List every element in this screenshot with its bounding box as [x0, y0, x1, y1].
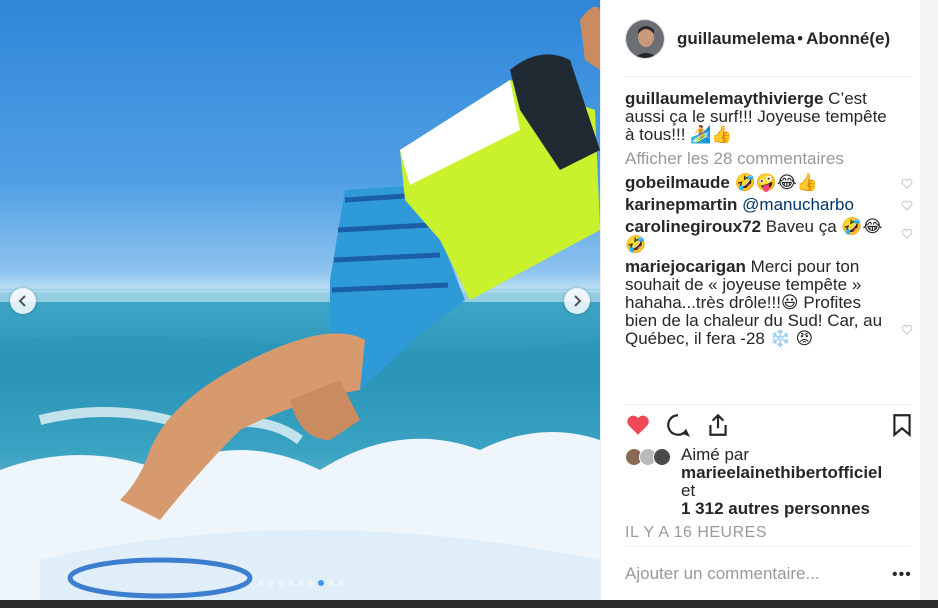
next-photo-button[interactable] — [564, 288, 590, 314]
comment-like-icon[interactable] — [901, 200, 913, 211]
post-side-panel: guillaumelema • Abonné(e) guillaumelemay… — [600, 0, 920, 600]
comment-item: carolinegiroux72 Baveu ça 🤣😂🤣 — [625, 218, 917, 254]
author-avatar[interactable] — [625, 19, 665, 59]
carousel-dot — [308, 580, 314, 586]
carousel-dot — [268, 580, 274, 586]
comment-username-link[interactable]: karinepmartin — [625, 195, 737, 214]
carousel-dot — [258, 580, 264, 586]
avatar-image — [626, 20, 664, 58]
author-username-link[interactable]: guillaumelema — [677, 29, 795, 49]
comment-item: gobeilmaude 🤣🤪😂👍 — [625, 174, 917, 192]
heart-filled-icon[interactable] — [625, 412, 651, 438]
liker-avatars — [625, 448, 679, 468]
comment-like-icon[interactable] — [901, 228, 913, 239]
action-bar — [625, 412, 915, 442]
other-likers-link[interactable]: 1 312 autres personnes — [681, 499, 870, 518]
surfer-photo — [0, 6, 600, 600]
view-all-comments-link[interactable]: Afficher les 28 commentaires — [625, 150, 917, 168]
likes-prefix: Aimé par — [681, 445, 750, 464]
comments-list: guillaumelemaythivierge C’est aussi ça l… — [625, 90, 917, 402]
chevron-left-icon — [18, 295, 26, 307]
carousel-indicator — [258, 580, 344, 586]
carousel-dot — [288, 580, 294, 586]
comment-text: 🤣🤪😂👍 — [729, 173, 818, 192]
comment-icon[interactable] — [665, 412, 691, 438]
comment-username-link[interactable]: gobeilmaude — [625, 173, 730, 192]
carousel-dot — [318, 580, 324, 586]
carousel-dot — [338, 580, 344, 586]
bookmark-icon[interactable] — [889, 412, 915, 438]
post-timestamp[interactable]: IL Y A 16 HEURES — [625, 524, 767, 542]
post-photo[interactable] — [0, 0, 600, 600]
more-options-button[interactable]: ••• — [892, 566, 912, 584]
carousel-dot — [328, 580, 334, 586]
background-gap — [920, 0, 938, 600]
likes-connector: et — [681, 481, 696, 500]
comment-username-link[interactable]: carolinegiroux72 — [625, 217, 761, 236]
comment-like-icon[interactable] — [901, 324, 913, 335]
carousel-dot — [278, 580, 284, 586]
comment-item: mariejocarigan Merci pour ton souhait de… — [625, 258, 917, 348]
follow-status-button[interactable]: Abonné(e) — [806, 29, 890, 49]
add-comment-input[interactable]: Ajouter un commentaire... — [625, 564, 820, 584]
caption-username-link[interactable]: guillaumelemaythivierge — [625, 90, 823, 108]
background-strip — [0, 600, 938, 608]
comments-divider — [625, 404, 911, 405]
header-divider — [625, 76, 911, 77]
comment-item: karinepmartin @manucharbo — [625, 196, 917, 214]
instagram-post-modal: guillaumelema • Abonné(e) guillaumelemay… — [0, 0, 938, 608]
comment-username-link[interactable]: mariejocarigan — [625, 257, 746, 276]
post-header: guillaumelema • Abonné(e) — [625, 18, 911, 60]
comment-mention-link[interactable]: @manucharbo — [742, 195, 854, 214]
header-separator: • — [797, 29, 804, 48]
likes-text: Aimé par marieelainethibertofficiel et 1… — [681, 446, 915, 518]
liker-username-link[interactable]: marieelainethibertofficiel — [681, 463, 882, 482]
comment-like-icon[interactable] — [901, 178, 913, 189]
carousel-dot — [298, 580, 304, 586]
chevron-right-icon — [574, 295, 582, 307]
liker-avatar — [653, 448, 671, 466]
timestamp-divider — [625, 546, 911, 547]
likes-summary: Aimé par marieelainethibertofficiel et 1… — [625, 446, 915, 518]
caption: guillaumelemaythivierge C’est aussi ça l… — [625, 90, 917, 144]
previous-photo-button[interactable] — [10, 288, 36, 314]
share-icon[interactable] — [705, 412, 731, 438]
